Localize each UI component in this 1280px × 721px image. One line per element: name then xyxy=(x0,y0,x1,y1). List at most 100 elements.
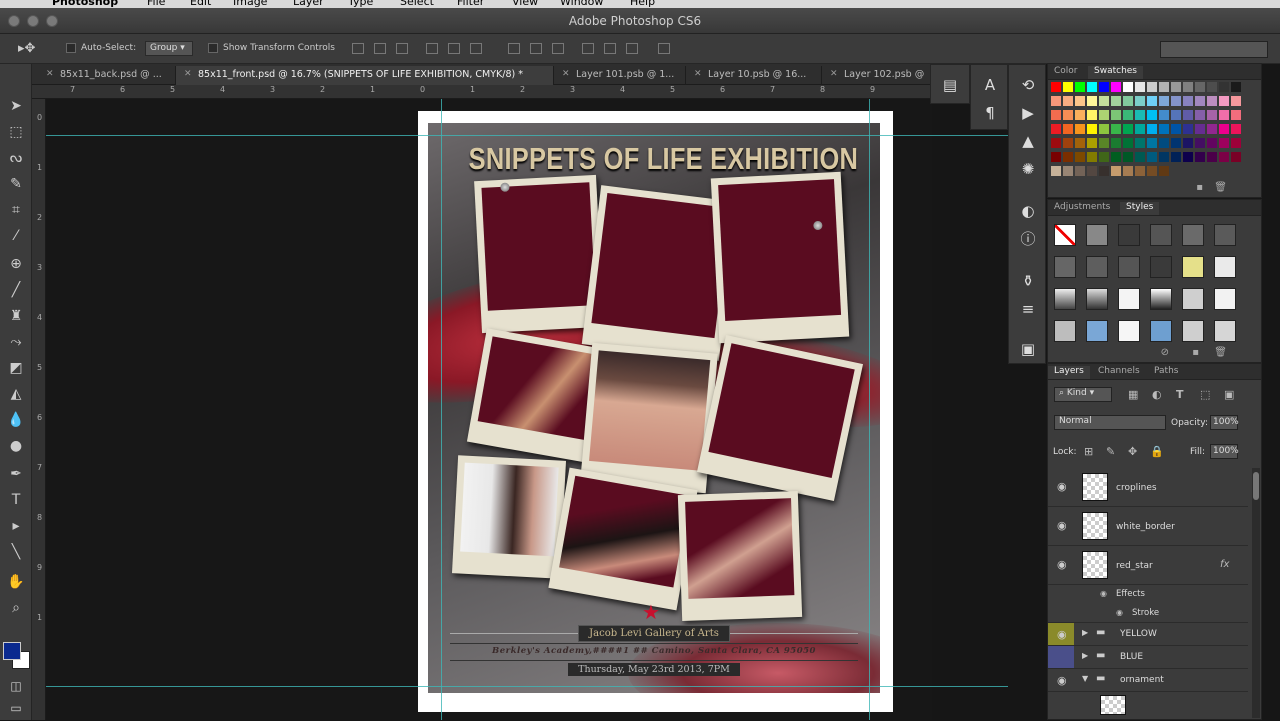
workspace-switcher[interactable] xyxy=(1160,41,1268,58)
distribute-hcenter-icon[interactable] xyxy=(604,43,616,54)
align-vcenter-icon[interactable] xyxy=(374,43,386,54)
marquee-tool-icon[interactable]: ⬚ xyxy=(6,122,26,142)
distribute-left-icon[interactable] xyxy=(582,43,594,54)
color-swatch[interactable] xyxy=(1147,96,1157,106)
menu-filter[interactable]: Filter xyxy=(457,0,484,8)
color-swatch[interactable] xyxy=(1159,110,1169,120)
style-preset[interactable] xyxy=(1214,256,1236,278)
color-swatch[interactable] xyxy=(1063,166,1073,176)
color-swatch[interactable] xyxy=(1207,96,1217,106)
clone-stamp-tool-icon[interactable]: ♜ xyxy=(6,306,26,326)
color-swatch[interactable] xyxy=(1183,110,1193,120)
clear-style-icon[interactable]: ⊘ xyxy=(1161,347,1169,358)
color-swatch[interactable] xyxy=(1171,152,1181,162)
color-swatch[interactable] xyxy=(1147,82,1157,92)
quick-mask-icon[interactable]: ◫ xyxy=(6,676,26,696)
tab-85x11-back[interactable]: ✕ 85x11_back.psd @ ... xyxy=(38,66,176,85)
distribute-right-icon[interactable] xyxy=(626,43,638,54)
color-swatch[interactable] xyxy=(1063,82,1073,92)
fx-icon[interactable]: fx xyxy=(1220,559,1229,570)
move-tool-icon[interactable]: ▸✥ xyxy=(18,41,35,56)
filter-pixel-icon[interactable]: ▦ xyxy=(1128,388,1138,401)
align-top-icon[interactable] xyxy=(352,43,364,54)
color-swatch[interactable] xyxy=(1099,138,1109,148)
eye-icon[interactable]: ◉ xyxy=(1100,589,1107,598)
color-swatch[interactable] xyxy=(1231,110,1241,120)
color-swatch[interactable] xyxy=(1231,82,1241,92)
tab-layer-101[interactable]: ✕ Layer 101.psb @ 1... xyxy=(554,66,686,85)
lock-pixels-icon[interactable]: ✎ xyxy=(1106,445,1115,458)
color-swatch[interactable] xyxy=(1159,166,1169,176)
filter-shape-icon[interactable]: ⬚ xyxy=(1200,388,1210,401)
move-tool-icon[interactable]: ➤ xyxy=(6,96,26,116)
hand-tool-icon[interactable]: ✋ xyxy=(6,572,26,592)
color-swatch[interactable] xyxy=(1123,138,1133,148)
color-swatch[interactable] xyxy=(1123,124,1133,134)
expand-arrow-icon[interactable]: ▶ xyxy=(1082,628,1088,637)
scrollbar-thumb[interactable] xyxy=(1253,472,1259,500)
eye-icon[interactable]: ◉ xyxy=(1057,628,1067,641)
align-left-icon[interactable] xyxy=(426,43,438,54)
color-swatch[interactable] xyxy=(1111,138,1121,148)
color-swatch[interactable] xyxy=(1183,82,1193,92)
style-preset[interactable] xyxy=(1054,288,1076,310)
menu-layer[interactable]: Layer xyxy=(293,0,324,8)
character-icon[interactable]: A xyxy=(980,75,1000,95)
close-tab-icon[interactable]: ✕ xyxy=(562,69,570,79)
style-preset[interactable] xyxy=(1118,320,1140,342)
color-swatch[interactable] xyxy=(1231,152,1241,162)
color-swatch[interactable] xyxy=(1207,82,1217,92)
style-preset[interactable] xyxy=(1118,224,1140,246)
vertical-guide[interactable] xyxy=(441,99,442,720)
color-swatch[interactable] xyxy=(1063,110,1073,120)
horizontal-guide[interactable] xyxy=(46,686,1008,687)
menu-image[interactable]: Image xyxy=(233,0,267,8)
dodge-tool-icon[interactable]: ● xyxy=(6,436,26,456)
color-swatch[interactable] xyxy=(1207,152,1217,162)
style-preset[interactable] xyxy=(1086,256,1108,278)
color-swatch[interactable] xyxy=(1051,124,1061,134)
style-preset[interactable] xyxy=(1086,288,1108,310)
tab-85x11-front[interactable]: ✕ 85x11_front.psd @ 16.7% (SNIPPETS OF LI… xyxy=(176,66,554,85)
style-preset[interactable] xyxy=(1054,256,1076,278)
color-swatch[interactable] xyxy=(1123,82,1133,92)
layer-filter-dropdown[interactable]: ⌕ Kind ▾ xyxy=(1054,387,1112,402)
type-tool-icon[interactable]: T xyxy=(6,490,26,510)
horizontal-guide[interactable] xyxy=(46,135,1008,136)
color-swatch[interactable] xyxy=(1075,124,1085,134)
style-preset[interactable] xyxy=(1182,288,1204,310)
color-swatch[interactable] xyxy=(1219,152,1229,162)
style-preset[interactable] xyxy=(1182,256,1204,278)
color-swatch[interactable] xyxy=(1135,110,1145,120)
color-swatch[interactable] xyxy=(1099,152,1109,162)
group-row[interactable]: ▶ ▬ BLUE xyxy=(1048,646,1248,669)
color-swatch[interactable] xyxy=(1075,110,1085,120)
menu-photoshop[interactable]: Photoshop xyxy=(52,0,118,8)
close-tab-icon[interactable]: ✕ xyxy=(830,69,838,79)
eye-icon[interactable]: ◉ xyxy=(1057,558,1067,571)
auto-align-icon[interactable] xyxy=(658,43,670,54)
filter-smart-object-icon[interactable]: ▣ xyxy=(1224,388,1234,401)
new-swatch-icon[interactable]: ▪ xyxy=(1196,182,1203,193)
color-swatch[interactable] xyxy=(1135,152,1145,162)
lock-all-icon[interactable]: 🔒 xyxy=(1150,445,1164,458)
tab-adjustments[interactable]: Adjustments xyxy=(1048,202,1116,212)
close-tab-icon[interactable]: ✕ xyxy=(46,69,54,79)
color-swatch[interactable] xyxy=(1099,110,1109,120)
color-swatch[interactable] xyxy=(1171,96,1181,106)
filter-type-icon[interactable]: T xyxy=(1176,388,1184,401)
layer-row[interactable]: ◉ red_star fx xyxy=(1048,546,1248,585)
color-swatch[interactable] xyxy=(1063,152,1073,162)
color-swatch[interactable] xyxy=(1135,166,1145,176)
vertical-guide[interactable] xyxy=(869,99,870,720)
color-swatch[interactable] xyxy=(1195,96,1205,106)
tab-channels[interactable]: Channels xyxy=(1092,366,1146,376)
fill-input[interactable]: 100% xyxy=(1210,444,1239,459)
color-swatch[interactable] xyxy=(1111,96,1121,106)
color-swatch[interactable] xyxy=(1099,96,1109,106)
healing-brush-tool-icon[interactable]: ⊕ xyxy=(6,254,26,274)
color-swatch[interactable] xyxy=(1135,124,1145,134)
color-swatch[interactable] xyxy=(1147,138,1157,148)
align-bottom-icon[interactable] xyxy=(396,43,408,54)
distribute-vcenter-icon[interactable] xyxy=(530,43,542,54)
